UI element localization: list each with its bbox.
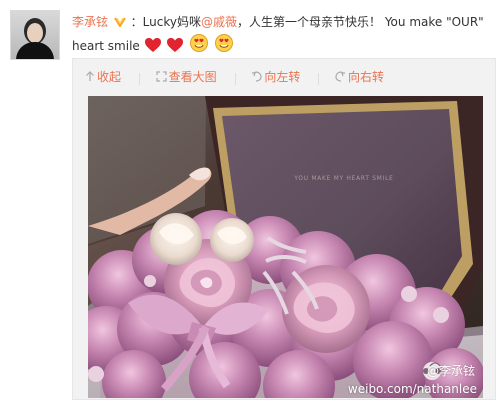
rotate-right-icon <box>335 71 346 82</box>
image-toolbar: 收起 查看大图 向左转 向右转 <box>85 68 398 85</box>
view-large-label: 查看大图 <box>168 70 217 84</box>
post-text-part-1: ：Lucky妈咪 <box>130 15 201 29</box>
flower-box-photo[interactable]: YOU MAKE MY HEART SMILE @李承铉 weibo.com/n… <box>88 96 483 398</box>
view-large-button[interactable]: 查看大图 <box>156 68 217 85</box>
watermark-url: weibo.com/nathanlee <box>347 382 477 396</box>
collapse-icon <box>86 71 94 81</box>
user-name-link[interactable]: 李承铉 <box>72 15 108 29</box>
red-heart-icon <box>144 38 161 52</box>
box-inscription-text: YOU MAKE MY HEART SMILE <box>293 176 393 182</box>
rotate-right-label: 向右转 <box>348 70 385 84</box>
heart-eyes-face-icon-2 <box>215 34 234 52</box>
rotate-right-button[interactable]: 向右转 <box>335 68 384 85</box>
post-content: 李承铉 ：Lucky妈咪@戚薇，人生第一个母亲节快乐！ You make "OU… <box>72 12 492 57</box>
avatar-shoulders <box>16 42 54 59</box>
heart-eyes-face-icon <box>190 34 209 52</box>
collapse-button[interactable]: 收起 <box>85 68 121 85</box>
toolbar-divider-3 <box>318 72 320 85</box>
toolbar-divider-2 <box>234 72 236 85</box>
post-text-part-2: ，人生第一个母亲节快乐！ You make "OUR" <box>237 15 484 29</box>
toolbar-divider <box>138 72 140 85</box>
verified-badge-icon <box>113 17 126 27</box>
post-text-part-3: heart smile <box>72 39 140 53</box>
avatar[interactable] <box>10 10 60 60</box>
weibo-post-screenshot: 李承铉 ：Lucky妈咪@戚薇，人生第一个母亲节快乐！ You make "OU… <box>0 0 500 405</box>
rotate-left-icon <box>252 71 262 82</box>
collapse-label: 收起 <box>97 70 122 84</box>
red-heart-icon-2 <box>167 38 184 52</box>
mention-link[interactable]: @戚薇 <box>201 15 237 29</box>
view-large-icon <box>156 71 167 82</box>
watermark-name: @李承铉 <box>426 364 475 378</box>
avatar-face <box>27 23 43 43</box>
rotate-left-label: 向左转 <box>264 70 301 84</box>
flower-box-image: YOU MAKE MY HEART SMILE <box>88 96 483 398</box>
rotate-left-button[interactable]: 向左转 <box>251 68 300 85</box>
